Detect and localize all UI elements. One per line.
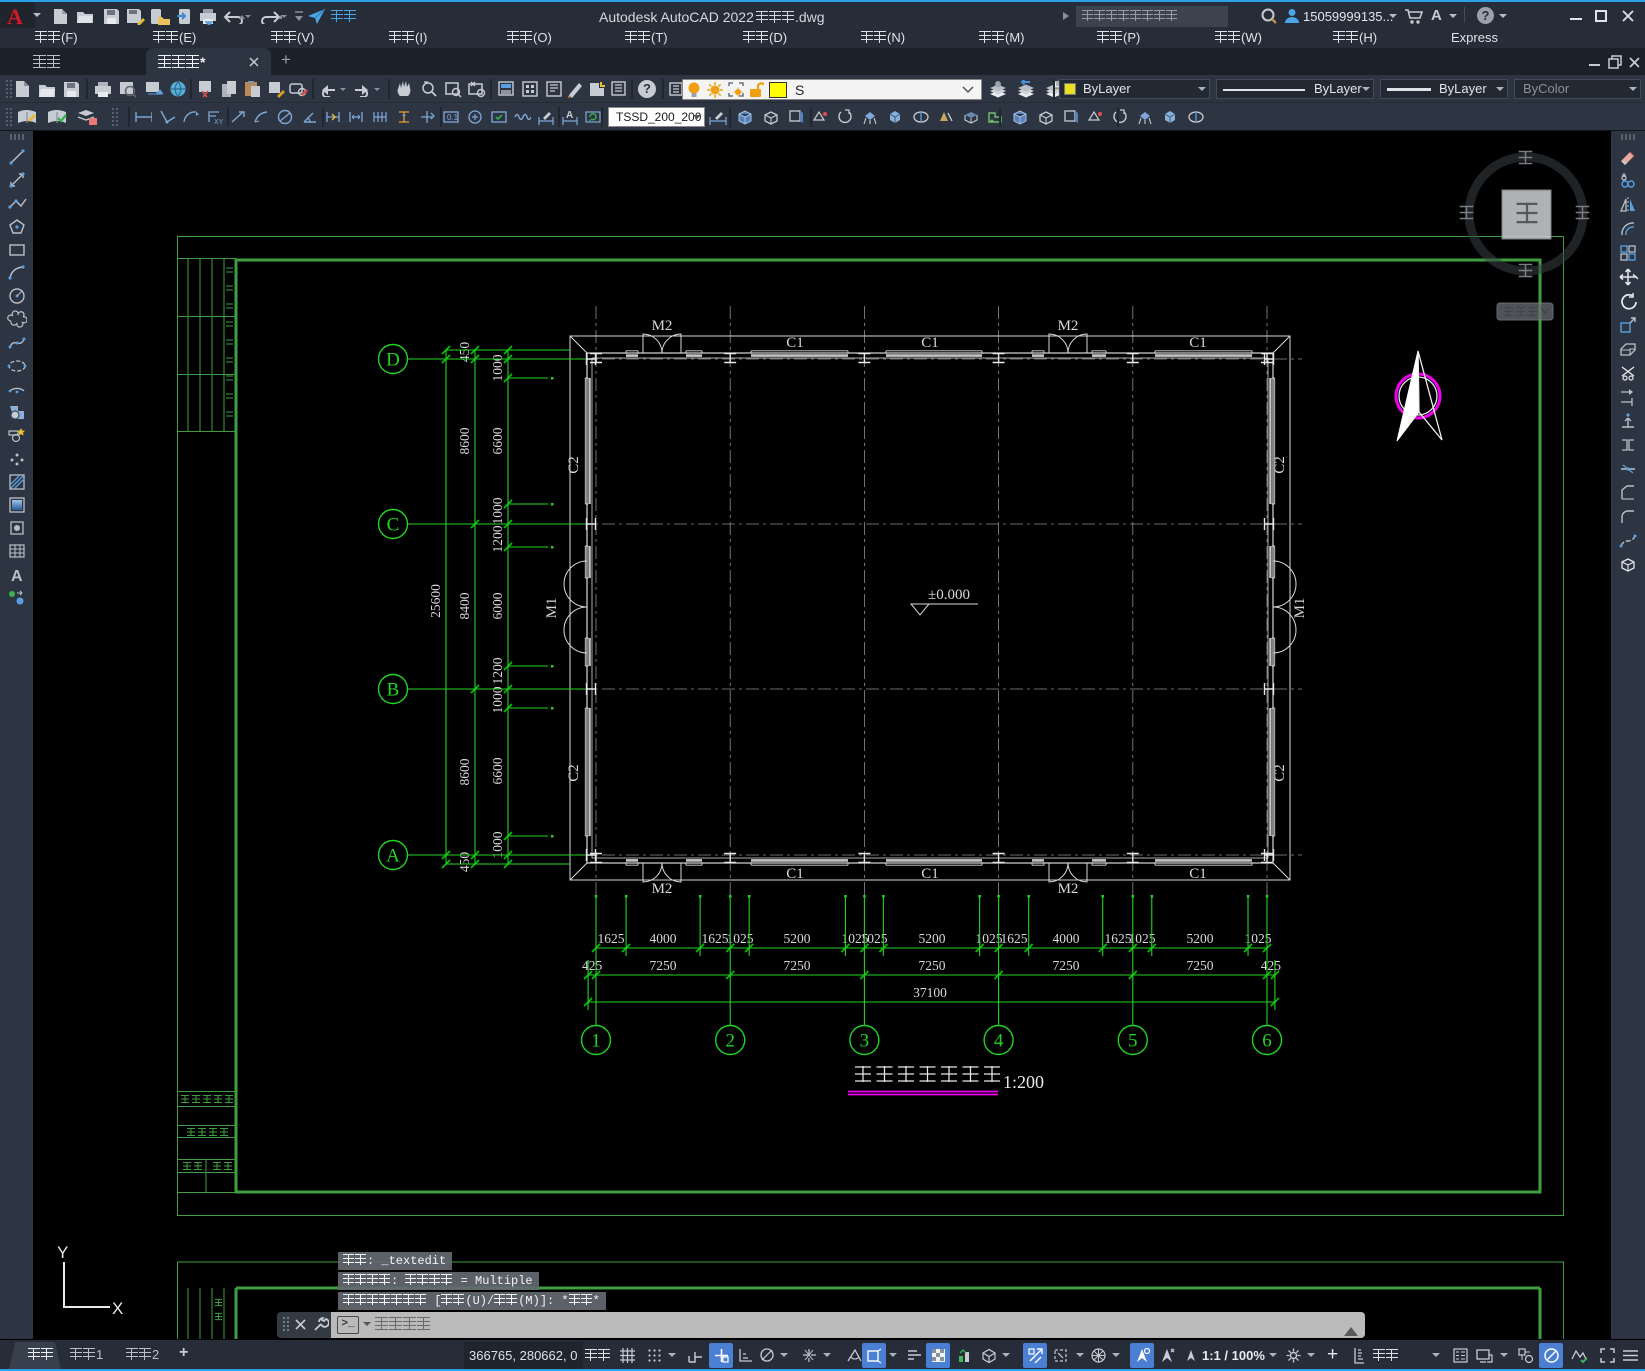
svg-text:M2: M2 [652, 318, 673, 334]
svg-text:1625: 1625 [1001, 931, 1028, 946]
svg-text:37100: 37100 [913, 985, 947, 1000]
svg-text:6: 6 [1262, 1031, 1272, 1052]
svg-text:425: 425 [1261, 958, 1282, 973]
svg-text:5200: 5200 [1187, 931, 1214, 946]
svg-text:7250: 7250 [784, 958, 811, 973]
svg-text:C: C [387, 515, 400, 536]
svg-text:425: 425 [582, 958, 603, 973]
svg-text:A: A [386, 846, 400, 867]
svg-text:1:200: 1:200 [1003, 1072, 1044, 1092]
svg-text:C2: C2 [566, 456, 582, 474]
svg-text:1000: 1000 [490, 497, 505, 524]
svg-text:8600: 8600 [457, 758, 472, 785]
svg-text:M1: M1 [1292, 598, 1308, 619]
svg-text:A: A [11, 568, 23, 585]
svg-text:1200: 1200 [490, 657, 505, 684]
svg-text:1025: 1025 [1245, 931, 1272, 946]
svg-text:2: 2 [725, 1031, 735, 1052]
svg-text:1000: 1000 [490, 354, 505, 381]
svg-text:6600: 6600 [490, 427, 505, 454]
svg-text:4000: 4000 [650, 931, 677, 946]
svg-text:A: A [566, 110, 573, 121]
svg-text:±0.000: ±0.000 [928, 587, 970, 603]
svg-text:C1: C1 [786, 866, 804, 882]
svg-text:1000: 1000 [490, 686, 505, 713]
svg-text:1: 1 [591, 1031, 601, 1052]
svg-text:4: 4 [994, 1031, 1004, 1052]
svg-text:C1: C1 [786, 335, 804, 351]
svg-text:1625: 1625 [702, 931, 729, 946]
svg-text:1625: 1625 [598, 931, 625, 946]
svg-text:B: B [387, 680, 400, 701]
svg-text:C2: C2 [566, 764, 582, 782]
svg-text:Y: Y [57, 1243, 68, 1262]
svg-text:8600: 8600 [457, 427, 472, 454]
svg-text:1000: 1000 [490, 831, 505, 858]
svg-text:C1: C1 [921, 866, 939, 882]
svg-text:8400: 8400 [457, 592, 472, 619]
svg-text:7250: 7250 [919, 958, 946, 973]
svg-text:4000: 4000 [1053, 931, 1080, 946]
svg-text:7250: 7250 [650, 958, 677, 973]
svg-text:1200: 1200 [490, 525, 505, 552]
svg-text:7250: 7250 [1187, 958, 1214, 973]
svg-text:5200: 5200 [919, 931, 946, 946]
svg-text:M1: M1 [544, 598, 560, 619]
svg-text:3: 3 [860, 1031, 870, 1052]
svg-text:C1: C1 [1189, 335, 1207, 351]
svg-text:M2: M2 [652, 881, 673, 897]
svg-text:0.1: 0.1 [447, 113, 459, 122]
svg-text:5: 5 [1128, 1031, 1138, 1052]
svg-text:25600: 25600 [428, 584, 443, 618]
svg-text:C2: C2 [1272, 764, 1288, 782]
svg-text:X: X [112, 1299, 123, 1318]
svg-text:C1: C1 [1189, 866, 1207, 882]
svg-text:XY: XY [214, 119, 223, 126]
svg-text:6000: 6000 [490, 592, 505, 619]
svg-text:M2: M2 [1058, 881, 1079, 897]
svg-text:D: D [386, 350, 400, 371]
svg-text:6600: 6600 [490, 757, 505, 784]
svg-text:M2: M2 [1058, 318, 1079, 334]
svg-text:C1: C1 [921, 335, 939, 351]
svg-text:5200: 5200 [784, 931, 811, 946]
svg-text:7250: 7250 [1053, 958, 1080, 973]
svg-text:C2: C2 [1272, 456, 1288, 474]
